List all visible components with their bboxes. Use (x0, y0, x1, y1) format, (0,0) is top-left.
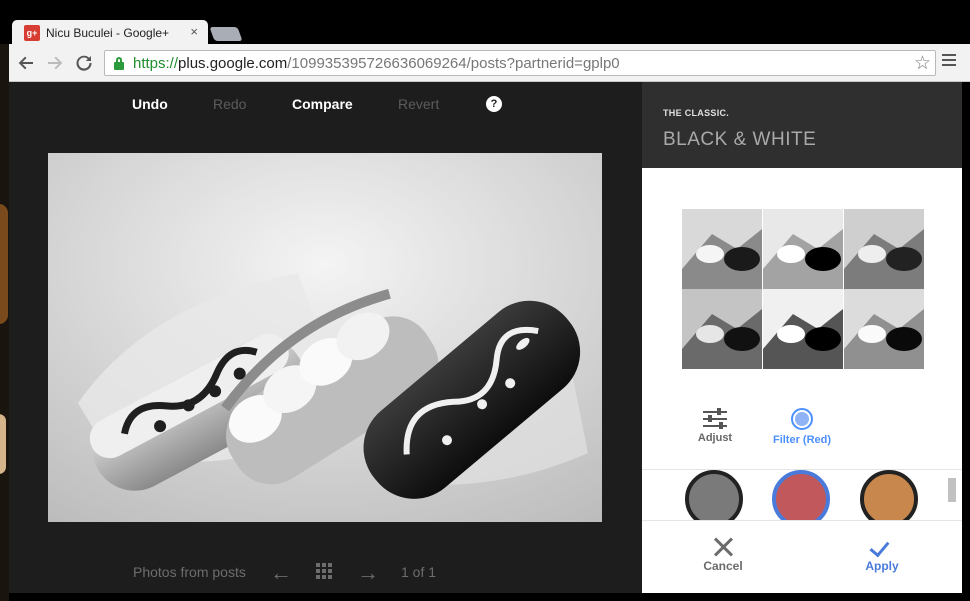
filter-thumbnail[interactable] (763, 209, 843, 289)
tab-google-plus[interactable]: g+ Nicu Buculei - Google+ × (12, 20, 208, 46)
photo-editor: Undo Redo Compare Revert ? Photos from p… (9, 82, 642, 593)
filter-thumbnail[interactable] (844, 209, 924, 289)
back-arrow-icon[interactable] (15, 52, 37, 74)
address-bar[interactable]: https:// plus.google.com /10993539572663… (104, 50, 936, 76)
chrome-menu-icon[interactable] (942, 54, 956, 68)
filter-icon (791, 408, 813, 430)
gray-filter-swatch[interactable] (685, 470, 743, 520)
photo-footer: Photos from posts ← → 1 of 1 (9, 558, 642, 588)
photos-from-posts-label: Photos from posts (133, 564, 246, 580)
eclairs-photo (48, 153, 602, 522)
url-path: /109935395726636069264/posts?partnerid=g… (287, 54, 620, 72)
photo-counter: 1 of 1 (401, 564, 437, 580)
filter-thumbnail-grid (682, 209, 924, 369)
adjust-label: Adjust (697, 432, 733, 444)
photo-canvas[interactable] (48, 153, 602, 522)
undo-button[interactable]: Undo (132, 96, 168, 112)
cancel-label: Cancel (703, 559, 743, 573)
next-photo-arrow-icon[interactable]: → (357, 560, 379, 586)
checkmark-icon (870, 537, 894, 557)
close-icon (713, 537, 733, 557)
browser-toolbar: https:// plus.google.com /10993539572663… (9, 44, 970, 82)
apply-button[interactable]: Apply (837, 537, 927, 573)
url-scheme: https:// (133, 54, 179, 72)
red-filter-swatch[interactable] (772, 470, 830, 520)
filter-thumbnail[interactable] (763, 289, 843, 369)
browser-window: g+ Nicu Buculei - Google+ × https:// plu… (0, 0, 970, 601)
redo-button[interactable]: Redo (213, 96, 246, 112)
sliders-icon (703, 408, 727, 429)
close-tab-icon[interactable]: × (190, 24, 198, 39)
filter-thumbnail[interactable] (682, 289, 762, 369)
compare-button[interactable]: Compare (292, 96, 353, 112)
previous-photo-arrow-icon[interactable]: ← (270, 560, 292, 586)
adjust-mode-button[interactable]: Adjust (675, 408, 755, 444)
tab-title: Nicu Buculei - Google+ (46, 26, 170, 40)
lock-icon (113, 56, 125, 70)
filter-mode-button[interactable]: Filter (Red) (762, 408, 842, 446)
window-edge-bottom (9, 593, 962, 601)
tab-strip: g+ Nicu Buculei - Google+ × (0, 0, 970, 46)
new-tab-button[interactable] (209, 27, 243, 41)
orange-filter-swatch[interactable] (860, 470, 918, 520)
grid-view-icon[interactable] (316, 563, 332, 579)
google-plus-favicon-icon: g+ (24, 25, 40, 41)
swatch-scrollbar[interactable] (948, 478, 956, 502)
filter-label: Filter (Red) (772, 434, 832, 446)
help-icon[interactable]: ? (486, 96, 502, 112)
forward-arrow-icon[interactable] (44, 52, 66, 74)
background-window-edge (0, 44, 9, 601)
cancel-button[interactable]: Cancel (678, 537, 768, 573)
window-edge-right (962, 82, 970, 601)
filter-panel: THE CLASSIC. BLACK & WHITE Adjust Filter… (642, 82, 962, 593)
filter-color-swatches (642, 469, 962, 521)
apply-label: Apply (865, 559, 899, 573)
url-host: plus.google.com (178, 54, 288, 72)
revert-button[interactable]: Revert (398, 96, 439, 112)
panel-kicker: THE CLASSIC. (663, 108, 730, 118)
filter-thumbnail[interactable] (844, 289, 924, 369)
bookmark-star-icon[interactable]: ☆ (914, 52, 931, 75)
panel-title: BLACK & WHITE (663, 129, 817, 150)
panel-header: THE CLASSIC. BLACK & WHITE (642, 82, 962, 168)
filter-thumbnail[interactable] (682, 209, 762, 289)
reload-icon[interactable] (73, 52, 95, 74)
